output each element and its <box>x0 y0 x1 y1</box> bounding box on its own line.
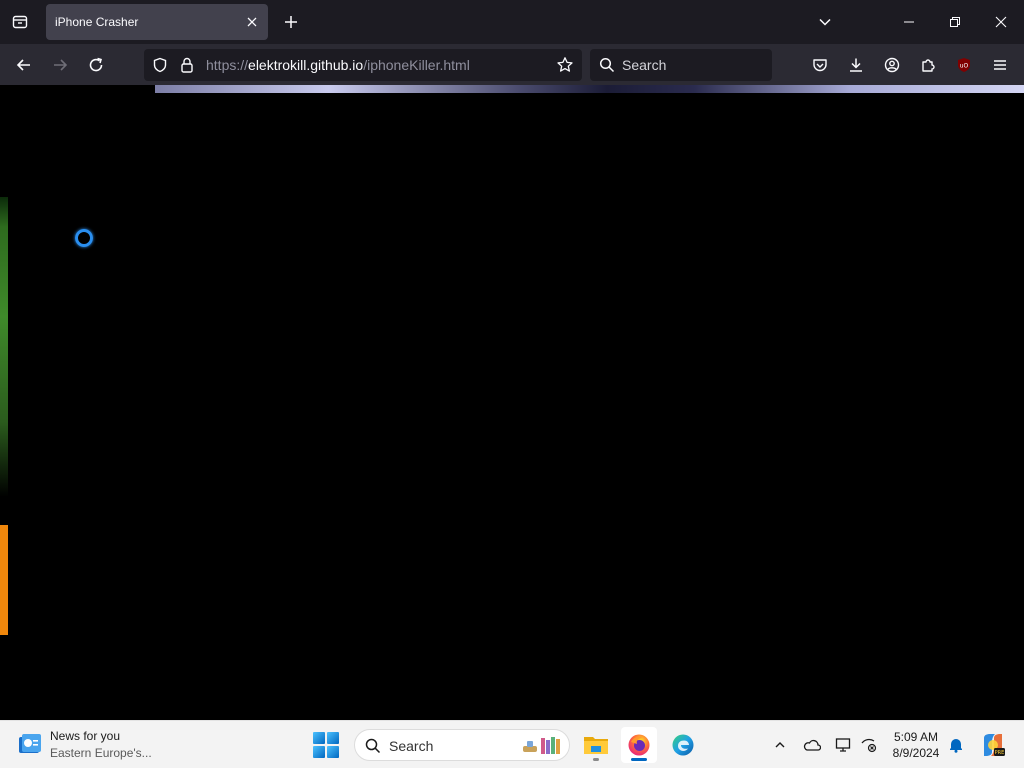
search-highlight-icon <box>523 737 560 754</box>
shield-icon <box>153 57 167 73</box>
page-content[interactable] <box>0 85 1024 720</box>
lock-icon <box>181 57 193 73</box>
onedrive-icon <box>803 739 821 751</box>
system-clock[interactable]: 5:09 AM 8/9/2024 <box>880 729 952 761</box>
minimize-icon <box>904 21 914 23</box>
news-icon <box>19 734 41 753</box>
minimize-button[interactable] <box>886 0 932 44</box>
clock-date: 8/9/2024 <box>892 746 940 760</box>
svg-text:PRE: PRE <box>995 750 1005 756</box>
notification-button[interactable] <box>944 733 968 757</box>
onedrive-button[interactable] <box>800 733 824 757</box>
notification-bell-icon <box>950 739 962 753</box>
page-image-strip-orange <box>0 525 8 635</box>
close-icon <box>247 17 257 27</box>
reload-icon <box>89 57 103 72</box>
forward-icon <box>54 59 68 71</box>
firefox-indicator <box>631 758 647 761</box>
url-text[interactable]: https://elektrokill.github.io/iphoneKill… <box>206 57 470 73</box>
reload-button[interactable] <box>81 50 111 80</box>
tab-list-button[interactable] <box>6 8 34 36</box>
navigation-toolbar: https://elektrokill.github.io/iphoneKill… <box>0 44 1024 85</box>
network-off-icon <box>861 738 877 753</box>
new-tab-button[interactable] <box>278 9 304 35</box>
extensions-button[interactable] <box>913 50 943 80</box>
tab-bar: iPhone Crasher <box>0 0 1024 44</box>
list-all-tabs-button[interactable] <box>812 9 838 35</box>
plus-icon <box>285 16 297 28</box>
tracking-protection-button[interactable] <box>150 55 170 75</box>
edge-button[interactable] <box>665 727 701 763</box>
news-subtitle: Eastern Europe's... <box>50 746 152 760</box>
url-host: elektrokill.github.io <box>248 57 364 73</box>
restore-button[interactable] <box>932 0 978 44</box>
download-icon <box>850 58 862 72</box>
star-icon <box>557 57 573 72</box>
page-image-strip-green <box>0 197 8 497</box>
site-info-button[interactable] <box>177 55 197 75</box>
chevron-down-icon <box>819 18 831 26</box>
loading-spinner-icon <box>75 229 93 247</box>
display-button[interactable] <box>832 733 856 757</box>
taskbar: News for you Eastern Europe's... Search … <box>0 720 1024 768</box>
downloads-button[interactable] <box>841 50 871 80</box>
search-bar[interactable]: Search <box>590 49 772 81</box>
app-menu-button[interactable] <box>985 50 1015 80</box>
taskbar-search[interactable]: Search <box>354 729 570 761</box>
svg-text:uO: uO <box>960 63 969 70</box>
close-window-button[interactable] <box>978 0 1024 44</box>
ublock-icon: uO <box>958 58 970 72</box>
search-icon <box>599 57 615 73</box>
close-window-icon <box>995 16 1007 28</box>
file-explorer-indicator <box>593 758 599 761</box>
copilot-icon[interactable]: PRE <box>980 732 1006 758</box>
back-icon <box>16 59 30 71</box>
file-explorer-button[interactable] <box>578 727 614 763</box>
display-icon <box>835 738 851 752</box>
edge-icon <box>672 734 694 756</box>
bookmark-button[interactable] <box>555 55 575 75</box>
news-title: News for you <box>50 729 121 743</box>
url-scheme: https:// <box>206 57 249 73</box>
url-path: /iphoneKiller.html <box>363 57 470 73</box>
taskbar-search-icon <box>365 738 381 754</box>
tab-list-icon <box>12 15 28 29</box>
firefox-button[interactable] <box>621 727 657 763</box>
menu-icon <box>994 60 1006 70</box>
network-button[interactable] <box>857 733 881 757</box>
start-icon <box>313 732 325 744</box>
extensions-icon <box>922 59 935 72</box>
account-icon <box>884 57 900 73</box>
tab-iphone-crasher[interactable]: iPhone Crasher <box>46 4 268 40</box>
chevron-up-icon <box>775 742 785 748</box>
pocket-button[interactable] <box>805 50 835 80</box>
show-hidden-icons-button[interactable] <box>768 733 792 757</box>
search-placeholder: Search <box>622 57 667 73</box>
address-bar[interactable]: https://elektrokill.github.io/iphoneKill… <box>144 49 582 81</box>
ublock-button[interactable]: uO <box>949 50 979 80</box>
clock-time: 5:09 AM <box>893 730 939 744</box>
tab-title: iPhone Crasher <box>55 15 139 29</box>
restore-icon <box>950 17 960 27</box>
forward-button[interactable] <box>45 50 75 80</box>
tab-close-button[interactable] <box>242 12 262 32</box>
account-button[interactable] <box>877 50 907 80</box>
file-explorer-icon <box>584 737 608 754</box>
firefox-icon <box>628 734 650 756</box>
page-image-strip-top <box>155 85 1024 93</box>
taskbar-search-placeholder: Search <box>389 738 434 754</box>
start-button[interactable] <box>312 731 340 759</box>
back-button[interactable] <box>9 50 39 80</box>
pocket-icon <box>813 59 827 72</box>
